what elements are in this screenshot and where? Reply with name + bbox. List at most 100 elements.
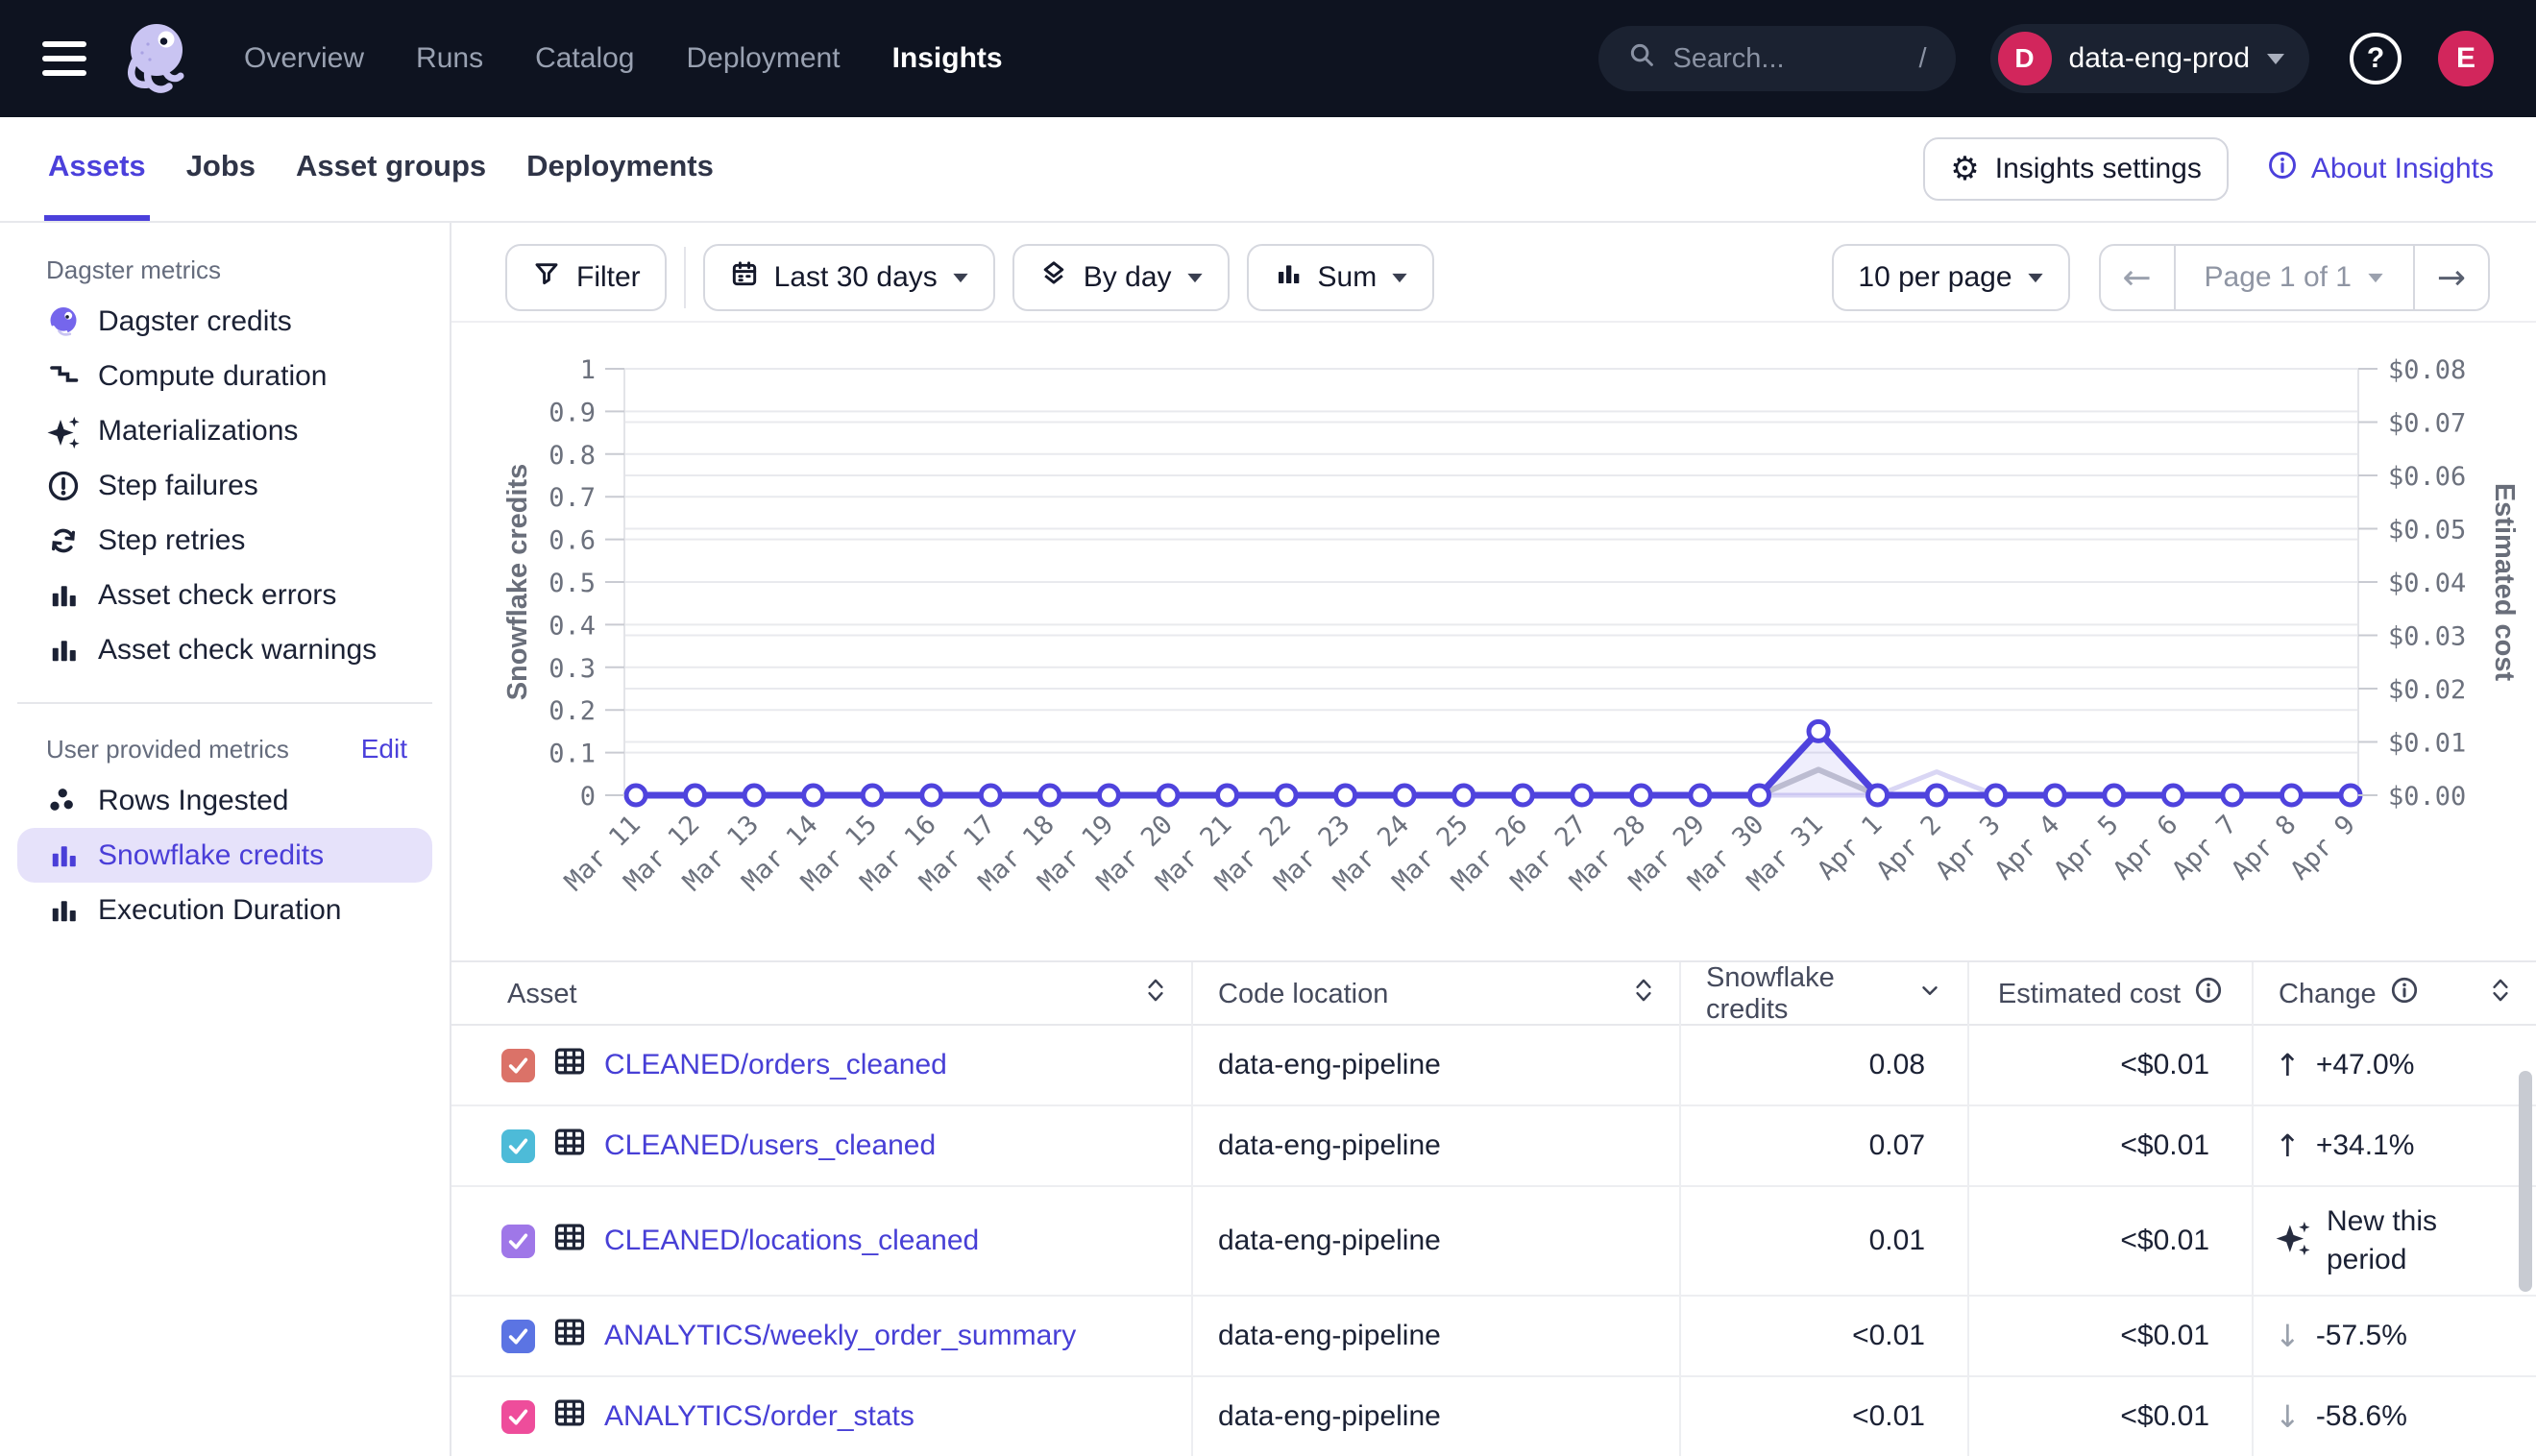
nav-link-overview[interactable]: Overview — [244, 42, 364, 75]
materializations-icon — [46, 414, 81, 449]
column-header-estimated-cost[interactable]: Estimated cost — [1967, 962, 2252, 1026]
tab-jobs[interactable]: Jobs — [183, 117, 259, 221]
insights-settings-button[interactable]: ⚙ Insights settings — [1923, 137, 2229, 201]
org-switcher[interactable]: D data-eng-prod — [1990, 24, 2309, 93]
change-cell: ↑+34.1% — [2252, 1106, 2536, 1185]
code-location-cell: data-eng-pipeline — [1191, 1187, 1679, 1295]
credits-cell: <0.01 — [1679, 1297, 1967, 1375]
svg-text:$0.05: $0.05 — [2388, 516, 2466, 546]
code-location-cell: data-eng-pipeline — [1191, 1106, 1679, 1185]
change-cell: ↓-58.6% — [2252, 1377, 2536, 1456]
nav-link-insights[interactable]: Insights — [892, 42, 1003, 75]
aggregation-button[interactable]: Sum — [1247, 244, 1435, 311]
asset-checkbox[interactable] — [501, 1320, 535, 1353]
sparkle-icon — [2275, 1219, 2311, 1263]
sidebar-item-rows-ingested[interactable]: Rows Ingested — [17, 773, 432, 828]
tab-deployments[interactable]: Deployments — [523, 117, 718, 221]
sidebar-section-title: Dagster metrics — [0, 246, 450, 294]
scrollbar-thumb[interactable] — [2519, 1071, 2532, 1292]
per-page-button[interactable]: 10 per page — [1832, 244, 2069, 311]
sort-icon[interactable] — [2490, 975, 2511, 1013]
sort-icon[interactable] — [1145, 975, 1166, 1013]
svg-text:Apr 6: Apr 6 — [2108, 810, 2183, 886]
credits-cell: 0.08 — [1679, 1026, 1967, 1104]
asset-link[interactable]: CLEANED/users_cleaned — [604, 1129, 936, 1162]
asset-link[interactable]: CLEANED/orders_cleaned — [604, 1049, 947, 1081]
pager: ← Page 1 of 1 → — [2099, 244, 2490, 311]
sidebar-item-asset-check-warnings[interactable]: Asset check warnings — [17, 622, 432, 677]
table-row: CLEANED/locations_cleaned data-eng-pipeli… — [451, 1187, 2536, 1297]
svg-text:Apr 3: Apr 3 — [1930, 810, 2006, 886]
info-icon[interactable] — [2194, 976, 2223, 1012]
change-cell: ↓-57.5% — [2252, 1297, 2536, 1375]
chevron-down-icon — [1187, 273, 1202, 281]
table-body: CLEANED/orders_cleaneddata-eng-pipeline0… — [451, 1026, 2536, 1456]
nav-link-catalog[interactable]: Catalog — [535, 42, 634, 75]
cost-cell: <$0.01 — [1967, 1187, 2252, 1295]
menu-icon[interactable] — [42, 41, 86, 76]
dots-cluster-icon — [46, 784, 81, 818]
sidebar-item-snowflake-credits[interactable]: Snowflake credits — [17, 828, 432, 883]
asset-link[interactable]: CLEANED/locations_cleaned — [604, 1225, 979, 1257]
snowflake-credits-chart: 00.10.20.30.40.50.60.70.80.91$0.00$0.01$… — [451, 323, 2536, 910]
nav-link-deployment[interactable]: Deployment — [686, 42, 840, 75]
page-indicator[interactable]: Page 1 of 1 — [2176, 246, 2415, 309]
bar-chart-icon — [1273, 258, 1304, 297]
date-range-label: Last 30 days — [774, 261, 938, 294]
asset-checkbox[interactable] — [501, 1129, 535, 1163]
sort-descending-icon[interactable] — [1917, 978, 1942, 1010]
asset-link[interactable]: ANALYTICS/order_stats — [604, 1400, 914, 1433]
asset-cell: CLEANED/users_cleaned — [451, 1106, 1191, 1185]
about-insights-link[interactable]: About Insights — [2267, 150, 2494, 188]
column-header-asset[interactable]: Asset — [451, 962, 1191, 1026]
next-page-button[interactable]: → — [2415, 246, 2488, 309]
asset-checkbox[interactable] — [501, 1049, 535, 1082]
page-label: Page 1 of 1 — [2205, 261, 2352, 294]
prev-page-button[interactable]: ← — [2101, 246, 2176, 309]
chevron-down-icon — [2368, 273, 2382, 281]
sidebar-item-label: Step failures — [98, 470, 258, 502]
nav-link-runs[interactable]: Runs — [416, 42, 483, 75]
column-header-snowflake-credits[interactable]: Snowflake credits — [1679, 962, 1967, 1026]
insights-tab-bar: Assets Jobs Asset groups Deployments ⚙ Insi… — [0, 117, 2536, 223]
help-button[interactable]: ? — [2350, 33, 2402, 85]
info-icon[interactable] — [2390, 976, 2419, 1012]
sidebar-item-step-retries[interactable]: Step retries — [17, 513, 432, 568]
credits-cell: <0.01 — [1679, 1377, 1967, 1456]
sidebar-item-materializations[interactable]: Materializations — [17, 403, 432, 458]
tab-asset-groups[interactable]: Asset groups — [292, 117, 490, 221]
search-input[interactable]: Search... / — [1598, 26, 1956, 91]
column-header-change[interactable]: Change — [2252, 962, 2536, 1026]
sidebar-item-step-failures[interactable]: Step failures — [17, 458, 432, 513]
tabs: Assets Jobs Asset groups Deployments — [44, 117, 718, 221]
filter-button[interactable]: Filter — [505, 244, 667, 311]
metrics-sidebar: Dagster metricsDagster creditsCompute du… — [0, 223, 451, 1456]
sidebar-item-asset-check-errors[interactable]: Asset check errors — [17, 568, 432, 622]
asset-link[interactable]: ANALYTICS/weekly_order_summary — [604, 1320, 1076, 1352]
column-header-code-location[interactable]: Code location — [1191, 962, 1679, 1026]
asset-checkbox[interactable] — [501, 1225, 535, 1258]
date-range-button[interactable]: Last 30 days — [703, 244, 995, 311]
code-location-cell: data-eng-pipeline — [1191, 1377, 1679, 1456]
funnel-icon — [531, 258, 562, 297]
granularity-button[interactable]: By day — [1012, 244, 1230, 311]
sidebar-item-dagster-credits[interactable]: Dagster credits — [17, 294, 432, 349]
table-row: CLEANED/users_cleaneddata-eng-pipeline0.… — [451, 1106, 2536, 1187]
change-value: -58.6% — [2316, 1397, 2407, 1437]
sidebar-item-compute-duration[interactable]: Compute duration — [17, 349, 432, 403]
svg-text:$0.04: $0.04 — [2388, 569, 2466, 598]
user-avatar[interactable]: E — [2438, 31, 2494, 86]
step-retries-icon — [46, 523, 81, 558]
svg-text:$0.02: $0.02 — [2388, 675, 2466, 705]
asset-cell: CLEANED/locations_cleaned — [451, 1187, 1191, 1295]
asset-checkbox[interactable] — [501, 1400, 535, 1434]
bar-chart-icon — [46, 578, 81, 613]
tab-assets[interactable]: Assets — [44, 117, 150, 221]
about-insights-label: About Insights — [2311, 153, 2494, 185]
svg-text:$0.03: $0.03 — [2388, 622, 2466, 652]
edit-metrics-link[interactable]: Edit — [361, 734, 407, 764]
dagster-logo-icon[interactable] — [113, 17, 196, 100]
change-cell: ↑+47.0% — [2252, 1026, 2536, 1104]
sidebar-item-execution-duration[interactable]: Execution Duration — [17, 883, 432, 937]
sort-icon[interactable] — [1633, 975, 1654, 1013]
